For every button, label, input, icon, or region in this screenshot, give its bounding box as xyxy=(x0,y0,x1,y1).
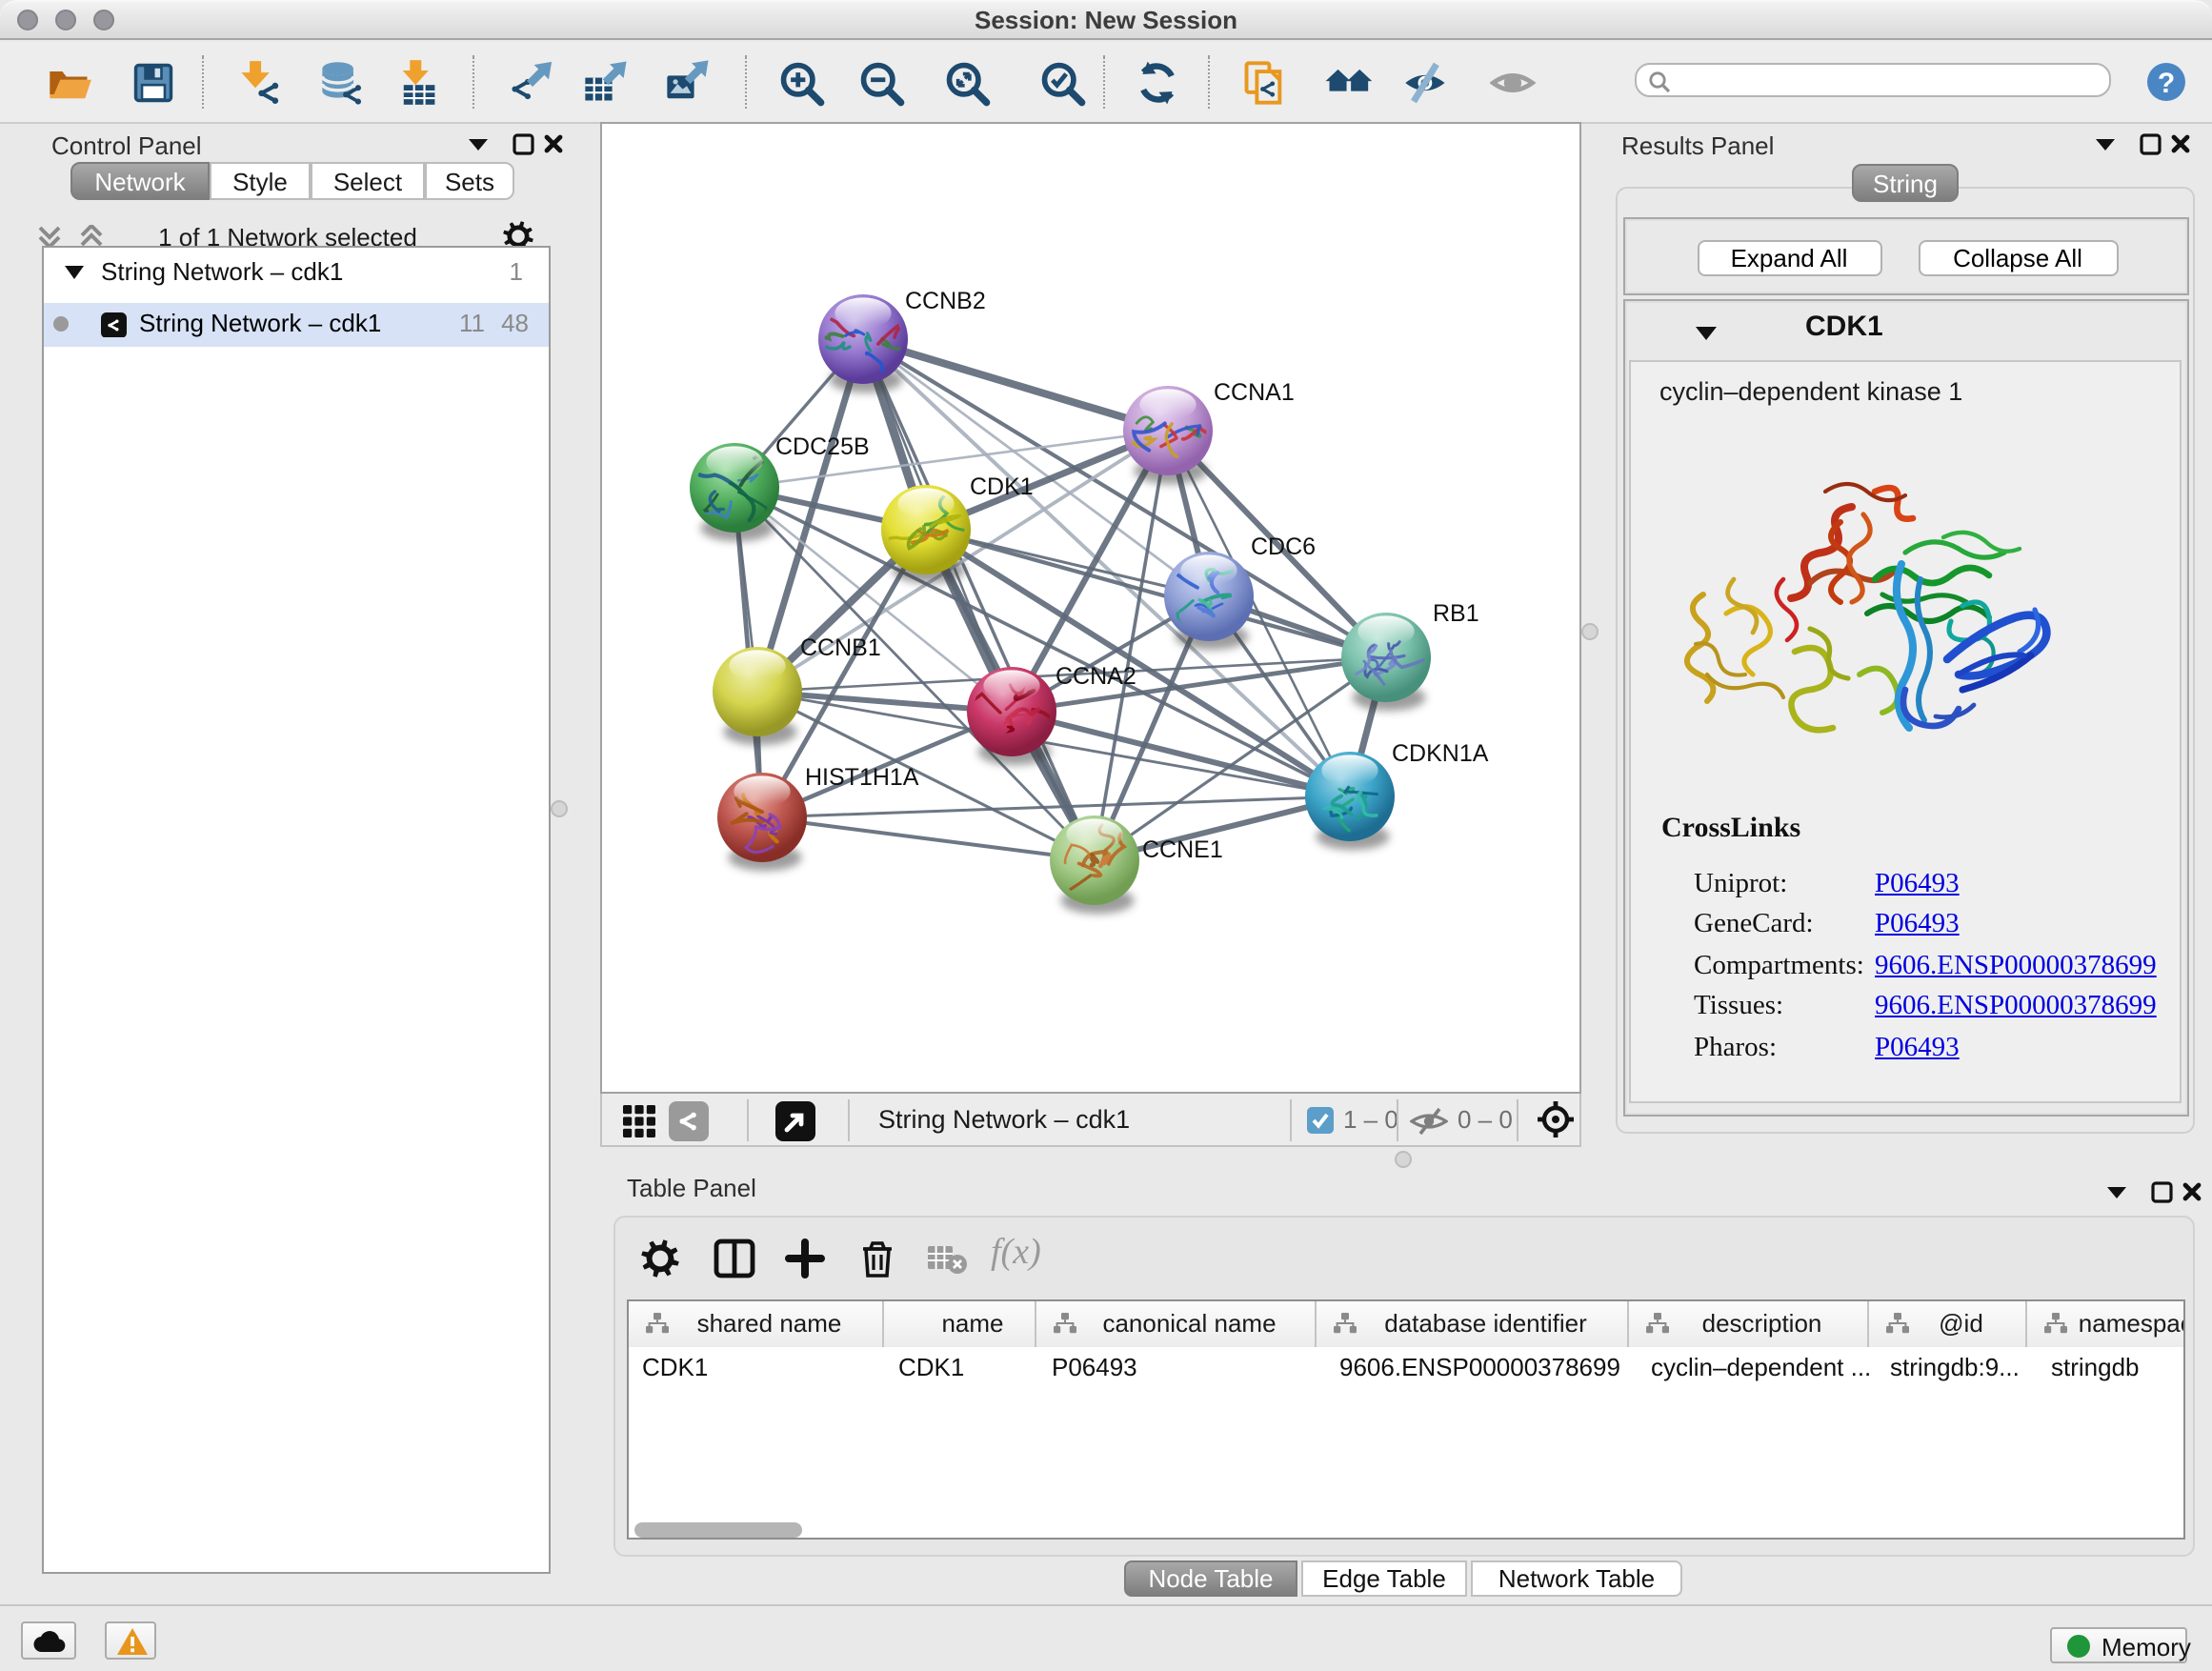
svg-text:CDC25B: CDC25B xyxy=(775,433,870,460)
svg-text:CCNB1: CCNB1 xyxy=(800,634,881,661)
svg-text:HIST1H1A: HIST1H1A xyxy=(805,764,919,791)
svg-text:RB1: RB1 xyxy=(1433,600,1479,627)
svg-text:CDK1: CDK1 xyxy=(970,473,1034,500)
svg-text:?: ? xyxy=(2158,68,2175,99)
svg-text:CCNE1: CCNE1 xyxy=(1142,836,1223,863)
svg-text:CCNB2: CCNB2 xyxy=(905,288,986,314)
svg-text:CCNA1: CCNA1 xyxy=(1214,379,1295,406)
svg-text:CCNA2: CCNA2 xyxy=(1056,663,1136,690)
svg-text:CDC6: CDC6 xyxy=(1251,534,1316,560)
svg-text:CDKN1A: CDKN1A xyxy=(1392,740,1489,767)
